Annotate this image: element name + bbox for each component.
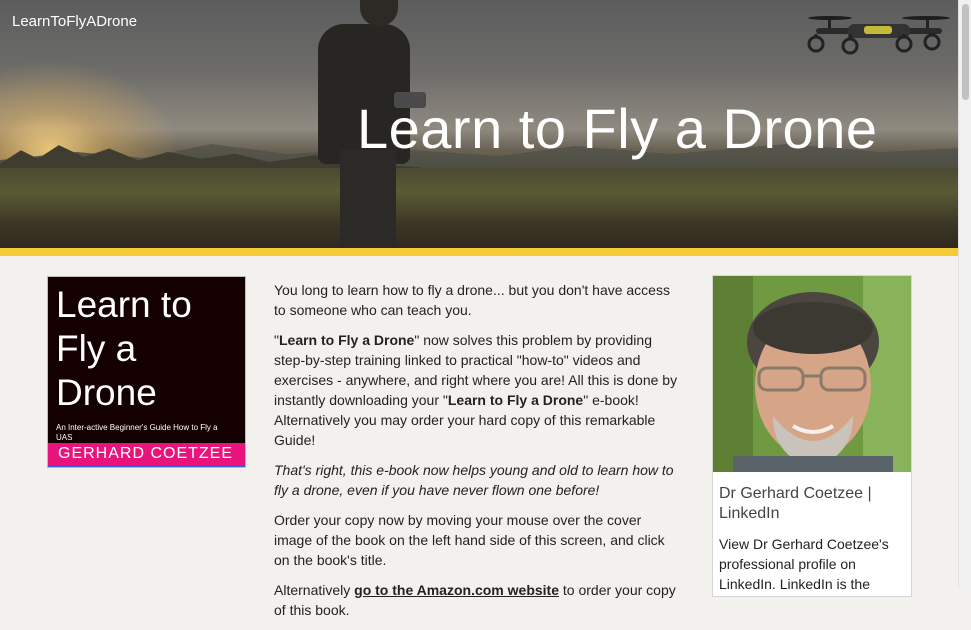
pilot-head [360, 0, 398, 26]
hero-banner: LearnToFlyADrone Learn to Fly a Drone [0, 0, 959, 248]
scrollbar-thumb[interactable] [962, 4, 969, 100]
pilot-legs [340, 150, 396, 248]
field [0, 168, 959, 248]
card-description: View Dr Gerhard Coetzee's professional p… [719, 536, 889, 592]
book-cover-author: GERHARD COETZEE [48, 443, 245, 465]
accent-bar [0, 248, 959, 256]
amazon-link[interactable]: go to the Amazon.com website [354, 582, 559, 598]
solution-paragraph: "Learn to Fly a Drone" now solves this p… [274, 332, 678, 448]
book-name-bold: Learn to Fly a Drone [447, 392, 584, 408]
order-paragraph: Order your copy now by moving your mouse… [274, 512, 665, 568]
vertical-scrollbar[interactable] [958, 0, 971, 587]
drone-icon [807, 16, 950, 55]
hero-title: Learn to Fly a Drone [357, 97, 878, 160]
book-cover-strip [48, 465, 245, 467]
book-cover[interactable]: Learn to Fly a Drone An Inter-active Beg… [47, 276, 246, 468]
book-cover-subtitle: An Inter-active Beginner's Guide How to … [56, 423, 218, 442]
intro-paragraph: You long to learn how to fly a drone... … [274, 282, 670, 318]
book-cover-title[interactable]: Learn to Fly a Drone [56, 283, 241, 415]
site-logo[interactable]: LearnToFlyADrone [12, 13, 137, 30]
book-name-bold: Learn to Fly a Drone [278, 332, 415, 348]
amazon-paragraph: Alternatively go to the Amazon.com websi… [274, 582, 676, 618]
emphasis-paragraph: That's right, this e-book now helps youn… [274, 462, 674, 498]
main-content: You long to learn how to fly a drone... … [274, 280, 682, 630]
profile-photo[interactable] [713, 276, 911, 472]
card-title[interactable]: Dr Gerhard Coetzee | LinkedIn [719, 484, 905, 524]
portrait-image [713, 276, 911, 472]
linkedin-card[interactable]: Dr Gerhard Coetzee | LinkedIn View Dr Ge… [712, 275, 912, 597]
